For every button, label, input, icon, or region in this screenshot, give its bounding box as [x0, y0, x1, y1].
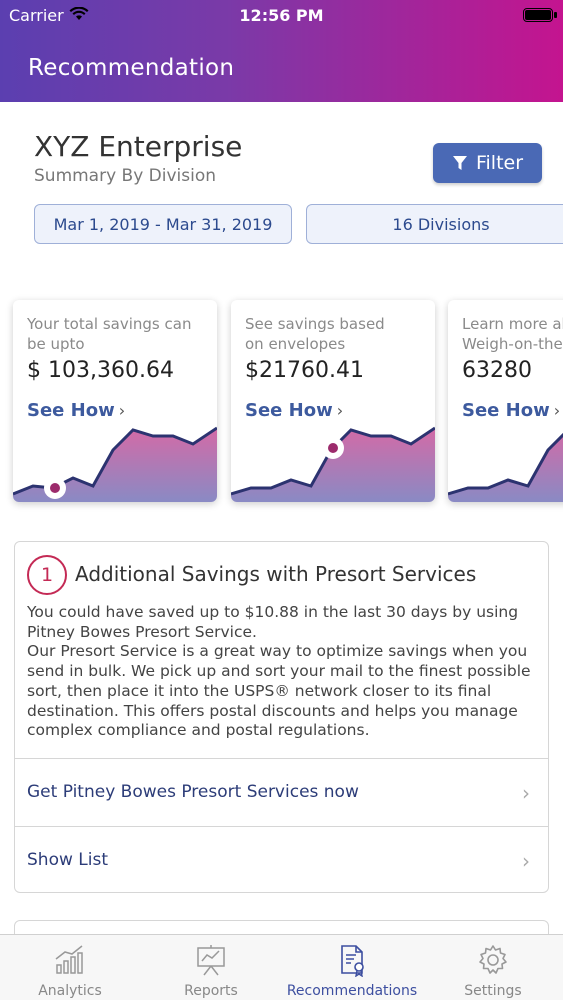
see-how-label: See How [245, 400, 333, 421]
card-description: Learn more about Weigh-on-the-go [462, 315, 563, 353]
chevron-right-icon: › [522, 849, 530, 873]
clock: 12:56 PM [239, 6, 324, 25]
savings-card-total[interactable]: Your total savings can be upto $ 103,360… [13, 300, 217, 502]
status-bar: Carrier 12:56 PM [0, 4, 563, 26]
tab-settings[interactable]: Settings [423, 935, 563, 1000]
filter-icon [452, 156, 467, 170]
see-how-link[interactable]: See How › [245, 400, 343, 421]
card-description: See savings based on envelopes [245, 315, 385, 353]
show-list-link[interactable]: Show List › [15, 826, 548, 893]
company-name: XYZ Enterprise [34, 130, 243, 163]
get-presort-services-link[interactable]: Get Pitney Bowes Presort Services now › [15, 758, 548, 825]
chevron-right-icon: › [553, 401, 561, 420]
card-value: $21760.41 [245, 358, 364, 383]
see-how-label: See How [27, 400, 115, 421]
filter-button[interactable]: Filter [433, 143, 542, 183]
next-recommendation-card [14, 920, 549, 934]
page-title: Recommendation [28, 55, 235, 81]
recommendation-number-badge: 1 [27, 555, 67, 595]
weigh-sparkline [448, 432, 563, 502]
see-how-link[interactable]: See How › [27, 400, 125, 421]
tab-bar: Analytics Reports Recommendations Settin… [0, 934, 563, 1000]
main-content: XYZ Enterprise Summary By Division Filte… [0, 102, 563, 934]
see-how-link[interactable]: See How › [462, 400, 560, 421]
divisions-button[interactable]: 16 Divisions [306, 204, 563, 244]
chevron-right-icon: › [522, 781, 530, 805]
header: Carrier 12:56 PM Recommendation [0, 0, 563, 102]
reports-icon [197, 945, 225, 976]
see-how-label: See How [462, 400, 550, 421]
envelope-sparkline [231, 426, 435, 502]
summary-subtitle: Summary By Division [34, 166, 217, 186]
battery-icon [523, 8, 557, 22]
card-value: $ 103,360.64 [27, 358, 174, 383]
recommendation-title: Additional Savings with Presort Services [75, 562, 477, 586]
card-description: Your total savings can be upto [27, 315, 192, 353]
get-presort-services-label: Get Pitney Bowes Presort Services now [27, 782, 359, 802]
recommendation-card: 1 Additional Savings with Presort Servic… [14, 541, 549, 893]
recommendation-description: You could have saved up to $10.88 in the… [27, 603, 531, 740]
tab-analytics[interactable]: Analytics [0, 935, 140, 1000]
card-value: 63280 [462, 358, 532, 383]
tab-label: Settings [464, 983, 522, 999]
tab-label: Analytics [38, 983, 102, 999]
show-list-label: Show List [27, 850, 108, 870]
weigh-card[interactable]: Learn more about Weigh-on-the-go 63280 S… [448, 300, 563, 502]
savings-sparkline [13, 426, 217, 502]
recommendations-icon [341, 945, 364, 977]
tab-label: Reports [184, 983, 238, 999]
chevron-right-icon: › [118, 401, 126, 420]
savings-card-envelopes[interactable]: See savings based on envelopes $21760.41… [231, 300, 435, 502]
analytics-icon [55, 945, 83, 974]
tab-recommendations[interactable]: Recommendations [282, 935, 422, 1000]
chevron-right-icon: › [336, 401, 344, 420]
tab-label: Recommendations [286, 983, 418, 999]
filter-label: Filter [475, 152, 524, 174]
date-range-button[interactable]: Mar 1, 2019 - Mar 31, 2019 [34, 204, 292, 244]
gear-icon [479, 945, 507, 974]
tab-reports[interactable]: Reports [141, 935, 281, 1000]
